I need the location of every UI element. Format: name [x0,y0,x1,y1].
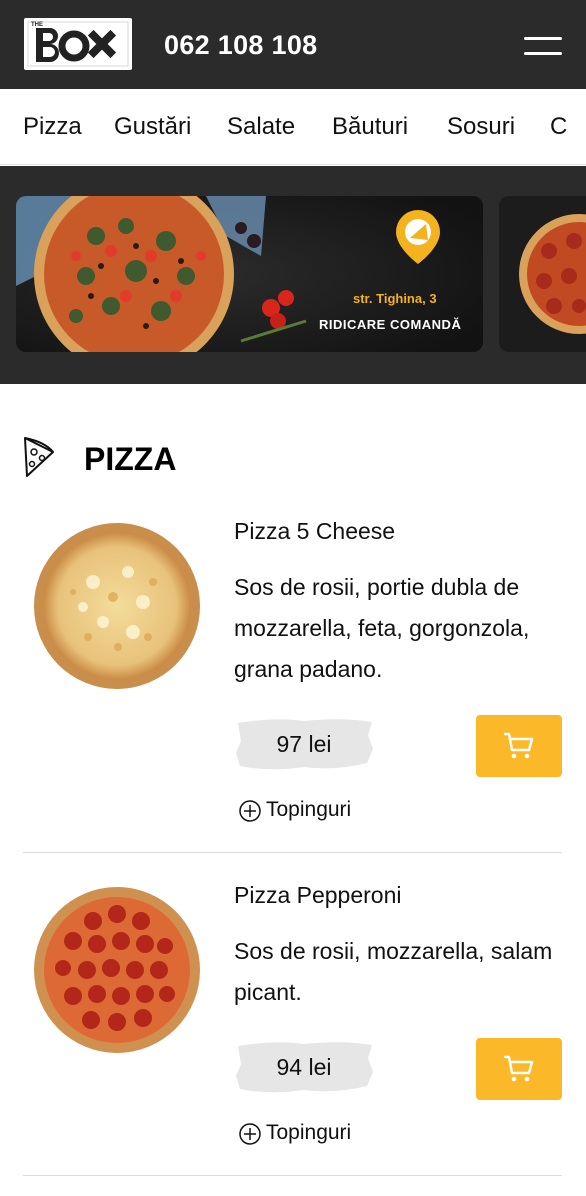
product-price: 94 lei [276,1054,332,1080]
divider [23,852,562,853]
product-name: Pizza Pepperoni [234,882,402,908]
category-tab-bauturi[interactable]: Băuturi [332,111,408,143]
product-price: 97 lei [276,731,332,757]
category-tab-pizza[interactable]: Pizza [23,111,82,143]
price-tag: 97 lei [234,715,374,773]
logo[interactable]: THE [24,18,132,70]
promo-banner[interactable]: str. Tighina, 3 RIDICARE COMANDĂ [16,196,483,352]
add-to-cart-button[interactable] [476,1038,562,1100]
promo-banner-next[interactable] [499,196,586,352]
product-name: Pizza 5 Cheese [234,518,396,544]
logo-the-text: THE [31,22,43,28]
cart-icon [504,732,534,759]
category-tab-more[interactable]: C [550,111,567,143]
category-nav: Pizza Gustări Salate Băuturi Sosuri C [0,89,586,165]
cart-icon [504,1055,534,1082]
product-description: Sos de rosii, mozzarella, salam picant. [234,938,553,1005]
add-to-cart-button[interactable] [476,715,562,777]
banner-image-next [499,196,586,352]
divider [23,1175,562,1176]
banner-carousel: str. Tighina, 3 RIDICARE COMANDĂ [0,166,586,384]
section-title: PIZZA [84,441,177,477]
product-image[interactable] [33,886,201,1054]
pizza-slice-icon [23,436,55,483]
toppings-label: Topinguri [266,798,352,821]
plus-circle-icon [239,800,261,822]
category-tab-gustari[interactable]: Gustări [114,111,191,143]
header: THE 062 108 108 [0,0,586,89]
menu-line [524,37,562,40]
price-tag: 94 lei [234,1038,374,1096]
category-tab-salate[interactable]: Salate [227,111,295,143]
toppings-label: Topinguri [266,1121,352,1144]
category-tab-sosuri[interactable]: Sosuri [447,111,515,143]
product-description: Sos de rosii, portie dubla de mozzarella… [234,574,530,682]
banner-address: str. Tighina, 3 [353,291,437,306]
product-image[interactable] [33,522,201,690]
banner-cta: RIDICARE COMANDĂ [319,317,462,332]
phone-number[interactable]: 062 108 108 [164,29,317,61]
menu-line [524,52,562,55]
plus-circle-icon [239,1123,261,1145]
hamburger-icon[interactable] [524,34,562,58]
